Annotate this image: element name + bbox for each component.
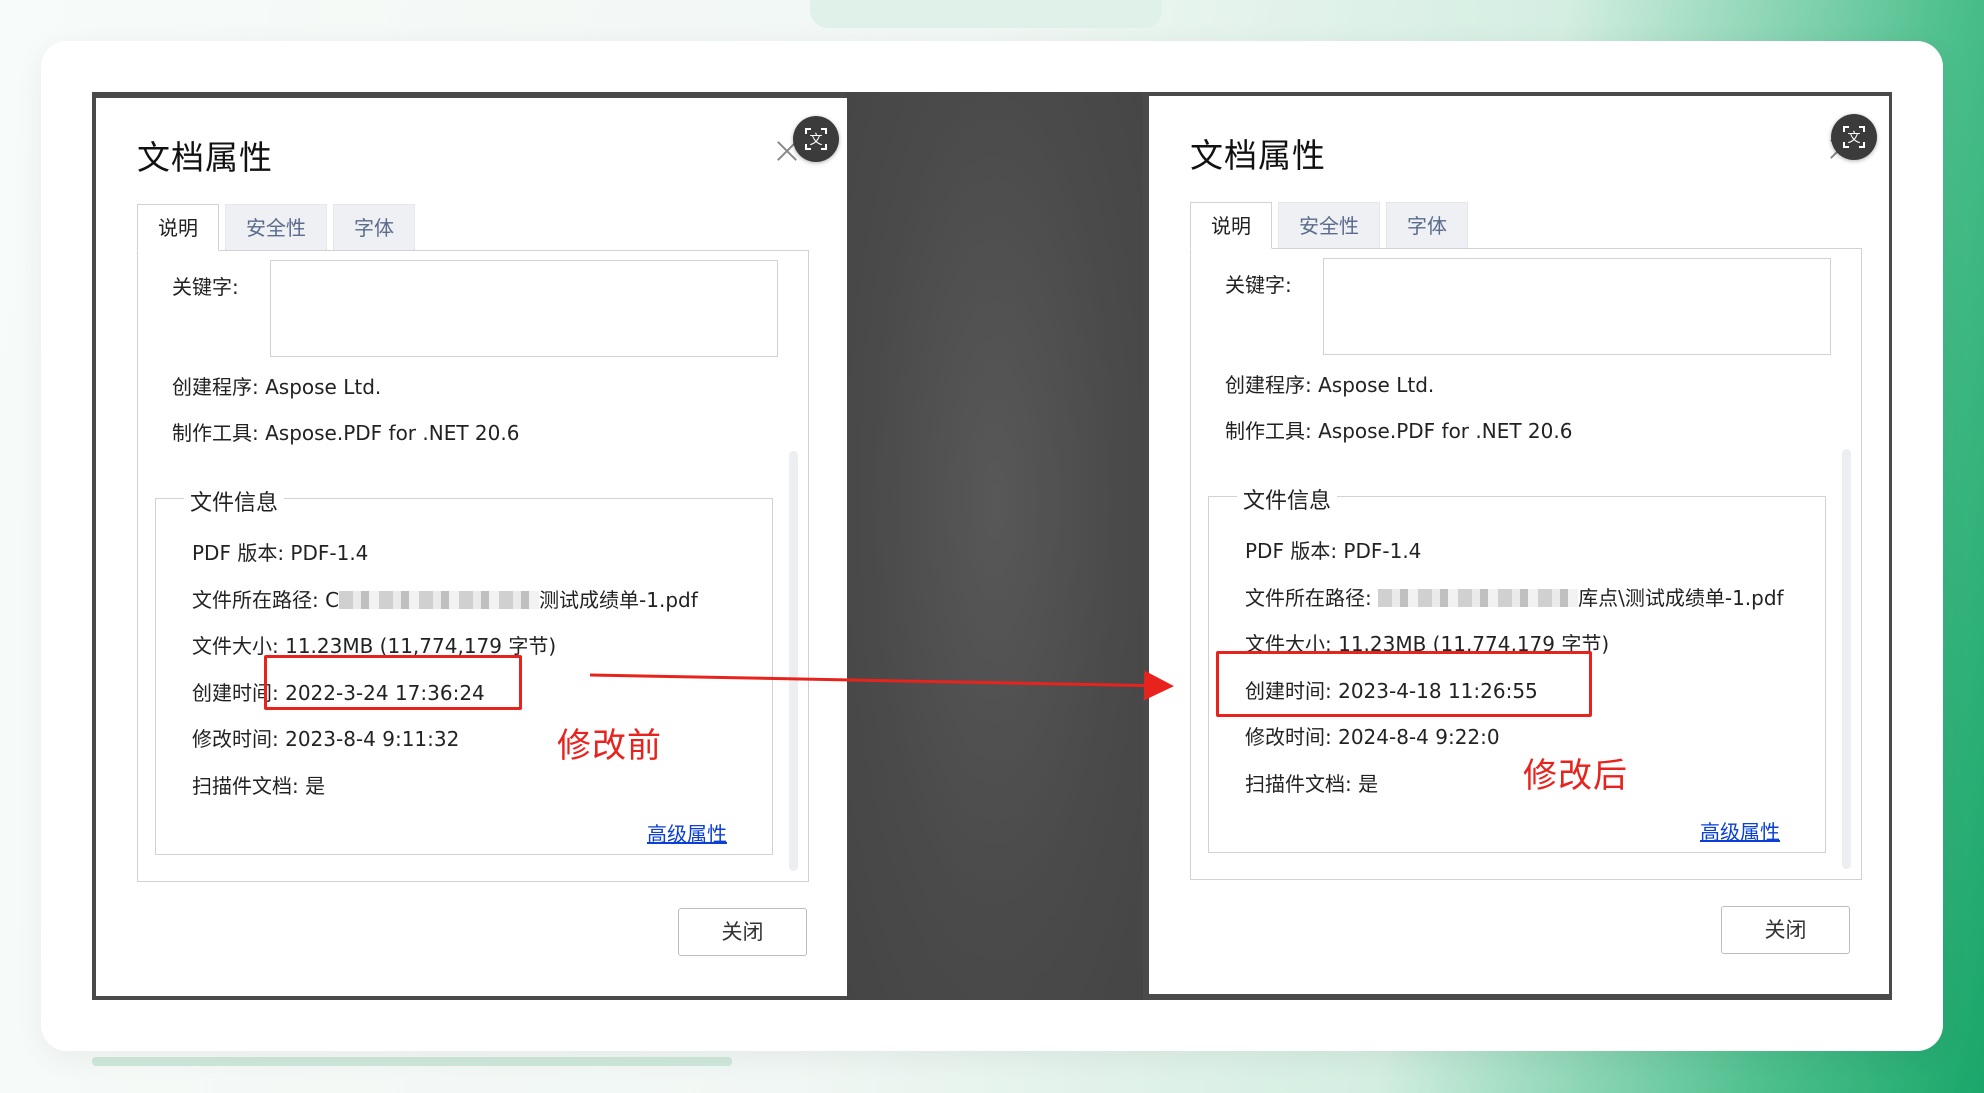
frame-gap [847, 92, 1143, 1000]
document-properties-dialog-after: 文档属性 文 说明 安全性 字体 关键字: 创建程序: Aspose Ltd. … [1149, 96, 1889, 994]
screenshot-frame: 文档属性 文 说明 安全性 字体 关键字: 创建程序: Aspose Ltd. … [92, 92, 1892, 1000]
file-path-row: 文件所在路径: C 测试成绩单-1.pdf [192, 584, 698, 613]
advanced-properties-link[interactable]: 高级属性 [1700, 816, 1780, 845]
dialog-title: 文档属性 [137, 138, 273, 177]
redacted-path [1378, 589, 1579, 607]
keywords-label: 关键字: [172, 275, 239, 299]
panel-scrollbar[interactable] [789, 451, 798, 871]
scanned-doc-row: 扫描件文档: 是 [192, 774, 326, 798]
tab-security[interactable]: 安全性 [225, 204, 327, 251]
pdf-version-row: PDF 版本: PDF-1.4 [192, 541, 369, 565]
file-path-suffix: 测试成绩单-1.pdf [539, 588, 698, 612]
producer-row: 制作工具: Aspose.PDF for .NET 20.6 [1225, 419, 1573, 443]
file-info-legend: 文件信息 [1237, 483, 1338, 515]
description-panel: 关键字: 创建程序: Aspose Ltd. 制作工具: Aspose.PDF … [137, 250, 809, 882]
creator-row: 创建程序: Aspose Ltd. [1225, 373, 1435, 397]
close-button[interactable]: 关闭 [1721, 906, 1850, 954]
tab-fonts[interactable]: 字体 [333, 204, 415, 251]
file-path-suffix: 库点\测试成绩单-1.pdf [1578, 586, 1784, 610]
tab-bar: 说明 安全性 字体 [137, 204, 421, 251]
keywords-field[interactable] [1323, 258, 1831, 355]
tab-security[interactable]: 安全性 [1278, 202, 1380, 249]
advanced-properties-link[interactable]: 高级属性 [647, 818, 727, 847]
document-properties-dialog-before: 文档属性 文 说明 安全性 字体 关键字: 创建程序: Aspose Ltd. … [96, 98, 847, 996]
file-path-prefix: 文件所在路径: [1245, 586, 1379, 610]
file-path-row: 文件所在路径: 库点\测试成绩单-1.pdf [1245, 582, 1784, 611]
svg-text:文: 文 [809, 133, 822, 148]
pdf-version-row: PDF 版本: PDF-1.4 [1245, 539, 1422, 563]
tab-bar: 说明 安全性 字体 [1190, 202, 1474, 249]
svg-text:文: 文 [1847, 131, 1860, 146]
producer-row: 制作工具: Aspose.PDF for .NET 20.6 [172, 421, 520, 445]
dialog-title: 文档属性 [1190, 136, 1326, 175]
keywords-label: 关键字: [1225, 273, 1292, 297]
annotation-after: 修改后 [1523, 756, 1628, 796]
tab-description[interactable]: 说明 [1190, 202, 1272, 249]
annotation-before: 修改前 [557, 726, 662, 766]
translate-icon[interactable]: 文 [793, 116, 839, 162]
modified-time-row: 修改时间: 2023-8-4 9:11:32 [192, 727, 460, 751]
top-decoration-tab [810, 0, 1162, 28]
panel-scrollbar[interactable] [1842, 449, 1851, 869]
redacted-path [339, 591, 540, 609]
translate-icon[interactable]: 文 [1831, 114, 1877, 160]
bottom-decoration-bar [92, 1057, 732, 1066]
close-button[interactable]: 关闭 [678, 908, 807, 956]
highlight-box-before [264, 655, 522, 710]
tab-description[interactable]: 说明 [137, 204, 219, 251]
scanned-doc-row: 扫描件文档: 是 [1245, 772, 1379, 796]
tab-fonts[interactable]: 字体 [1386, 202, 1468, 249]
modified-time-row: 修改时间: 2024-8-4 9:22:0 [1245, 725, 1500, 749]
file-info-legend: 文件信息 [184, 485, 285, 517]
creator-row: 创建程序: Aspose Ltd. [172, 375, 382, 399]
highlight-box-after [1216, 651, 1592, 717]
file-path-prefix: 文件所在路径: C [192, 588, 340, 612]
keywords-field[interactable] [270, 260, 778, 357]
